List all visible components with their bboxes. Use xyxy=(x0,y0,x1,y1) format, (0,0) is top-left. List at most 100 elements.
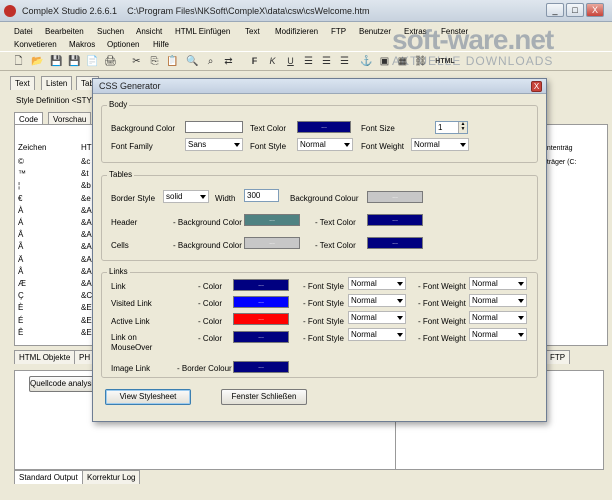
close-window-button[interactable]: Fenster Schließen xyxy=(221,389,307,405)
image-link-border-colour-swatch[interactable]: ... xyxy=(233,361,289,373)
find-icon[interactable]: 🔍 xyxy=(186,55,199,68)
align-right-icon[interactable]: ☰ xyxy=(338,55,351,68)
font-family-select[interactable]: Sans xyxy=(185,138,243,151)
active-link-font-style-select[interactable]: Normal xyxy=(348,311,406,324)
character-entity[interactable]: &A xyxy=(81,267,92,276)
save-all-icon[interactable]: 💾 xyxy=(68,55,81,68)
image-icon[interactable]: ▣ xyxy=(378,55,391,68)
character-entity[interactable]: &E xyxy=(81,303,92,312)
cells-bg-color-swatch[interactable]: ... xyxy=(244,237,300,249)
underline-icon[interactable]: U xyxy=(284,55,297,68)
cells-text-color-swatch[interactable]: ... xyxy=(367,237,423,249)
character-entity[interactable]: &t xyxy=(81,169,89,178)
replace-icon[interactable]: ⇄ xyxy=(222,55,235,68)
character-entity[interactable]: &E xyxy=(81,316,92,325)
bold-icon[interactable]: F xyxy=(248,55,261,68)
header-text-color-swatch[interactable]: ... xyxy=(367,214,423,226)
link-icon[interactable]: ⛓ xyxy=(414,55,427,68)
visited-link-font-style-select[interactable]: Normal xyxy=(348,294,406,307)
paste-icon[interactable]: 📋 xyxy=(166,55,179,68)
font-size-spinner[interactable]: 1 ▲ ▼ xyxy=(435,121,468,134)
anchor-icon[interactable]: ⚓ xyxy=(360,55,373,68)
hover-link-font-weight-select[interactable]: Normal xyxy=(469,328,527,341)
visited-link-color-swatch[interactable]: ... xyxy=(233,296,289,308)
tab-korrektur-log[interactable]: Korrektur Log xyxy=(82,470,141,484)
html-tag-button[interactable]: HTML xyxy=(432,55,458,68)
menu-ansicht[interactable]: Ansicht xyxy=(136,27,162,36)
dialog-close-button[interactable]: X xyxy=(531,81,542,92)
character-glyph[interactable]: Ê xyxy=(18,328,23,337)
border-style-select[interactable]: solid xyxy=(163,190,209,203)
open-folder-icon[interactable]: 📂 xyxy=(31,55,44,68)
character-glyph[interactable]: Ç xyxy=(18,291,24,300)
tab-html-objekte[interactable]: HTML Objekte xyxy=(14,350,76,364)
menu-optionen[interactable]: Optionen xyxy=(107,40,139,49)
character-entity[interactable]: &E xyxy=(81,328,92,337)
character-glyph[interactable]: Ä xyxy=(18,255,23,264)
new-file-icon[interactable]: 🗋 xyxy=(12,55,25,68)
character-entity[interactable]: &A xyxy=(81,218,92,227)
character-entity[interactable]: &C xyxy=(81,291,92,300)
link-font-style-select[interactable]: Normal xyxy=(348,277,406,290)
close-button[interactable]: X xyxy=(586,3,604,17)
tab-standard-output[interactable]: Standard Output xyxy=(14,470,83,484)
character-glyph[interactable]: Æ xyxy=(18,279,26,288)
character-glyph[interactable]: € xyxy=(18,194,22,203)
tab-ftp[interactable]: FTP xyxy=(545,350,571,364)
copy-icon[interactable]: ⎘ xyxy=(148,55,161,68)
character-glyph[interactable]: © xyxy=(18,157,24,166)
visited-link-font-weight-select[interactable]: Normal xyxy=(469,294,527,307)
tab-listen[interactable]: Listen xyxy=(41,76,73,90)
menu-datei[interactable]: Datei xyxy=(14,27,33,36)
header-bg-color-swatch[interactable]: ... xyxy=(244,214,300,226)
body-text-color-swatch[interactable]: ... xyxy=(297,121,351,133)
view-stylesheet-button[interactable]: View Stylesheet xyxy=(105,389,191,405)
menu-html-einfuegen[interactable]: HTML Einfügen xyxy=(175,27,230,36)
link-color-swatch[interactable]: ... xyxy=(233,279,289,291)
character-glyph[interactable]: ™ xyxy=(18,169,26,178)
character-entity[interactable]: &A xyxy=(81,230,92,239)
character-glyph[interactable]: Å xyxy=(18,267,23,276)
font-style-select[interactable]: Normal xyxy=(297,138,353,151)
character-glyph[interactable]: Â xyxy=(18,230,23,239)
column-header-zeichen[interactable]: Zeichen xyxy=(18,143,46,152)
align-center-icon[interactable]: ☰ xyxy=(320,55,333,68)
tab-text[interactable]: Text xyxy=(10,76,35,90)
table-bg-colour-swatch[interactable]: ... xyxy=(367,191,423,203)
character-glyph[interactable]: ¦ xyxy=(18,181,20,190)
character-entity[interactable]: &c xyxy=(81,157,90,166)
character-glyph[interactable]: È xyxy=(18,303,23,312)
character-glyph[interactable]: É xyxy=(18,316,23,325)
active-link-color-swatch[interactable]: ... xyxy=(233,313,289,325)
find-next-icon[interactable]: ⌕ xyxy=(204,55,217,68)
table-width-input[interactable]: 300 xyxy=(244,189,279,202)
menu-suchen[interactable]: Suchen xyxy=(97,27,124,36)
character-glyph[interactable]: À xyxy=(18,206,23,215)
italic-icon[interactable]: K xyxy=(266,55,279,68)
maximize-button[interactable]: □ xyxy=(566,3,584,17)
spinner-arrows-icon[interactable]: ▲ ▼ xyxy=(458,122,467,133)
menu-makros[interactable]: Makros xyxy=(69,40,95,49)
character-entity[interactable]: &A xyxy=(81,206,92,215)
minimize-button[interactable]: _ xyxy=(546,3,564,17)
menu-modifizieren[interactable]: Modifizieren xyxy=(275,27,318,36)
menu-ftp[interactable]: FTP xyxy=(331,27,346,36)
explorer-item[interactable]: ontenträg xyxy=(543,145,573,152)
save-icon[interactable]: 💾 xyxy=(50,55,63,68)
table-icon[interactable]: ▦ xyxy=(396,55,409,68)
character-entity[interactable]: &A xyxy=(81,242,92,251)
copy-doc-icon[interactable]: 📄 xyxy=(86,55,99,68)
character-entity[interactable]: &e xyxy=(81,194,91,203)
menu-hilfe[interactable]: Hilfe xyxy=(153,40,169,49)
hover-link-font-style-select[interactable]: Normal xyxy=(348,328,406,341)
explorer-item[interactable]: nträger (C: xyxy=(543,159,576,166)
character-entity[interactable]: &b xyxy=(81,181,91,190)
character-glyph[interactable]: Ã xyxy=(18,242,23,251)
font-weight-select[interactable]: Normal xyxy=(411,138,469,151)
cut-icon[interactable]: ✂ xyxy=(130,55,143,68)
body-bg-color-swatch[interactable] xyxy=(185,121,243,133)
active-link-font-weight-select[interactable]: Normal xyxy=(469,311,527,324)
print-icon[interactable]: 🖨 xyxy=(104,55,117,68)
hover-link-color-swatch[interactable]: ... xyxy=(233,331,289,343)
align-left-icon[interactable]: ☰ xyxy=(302,55,315,68)
